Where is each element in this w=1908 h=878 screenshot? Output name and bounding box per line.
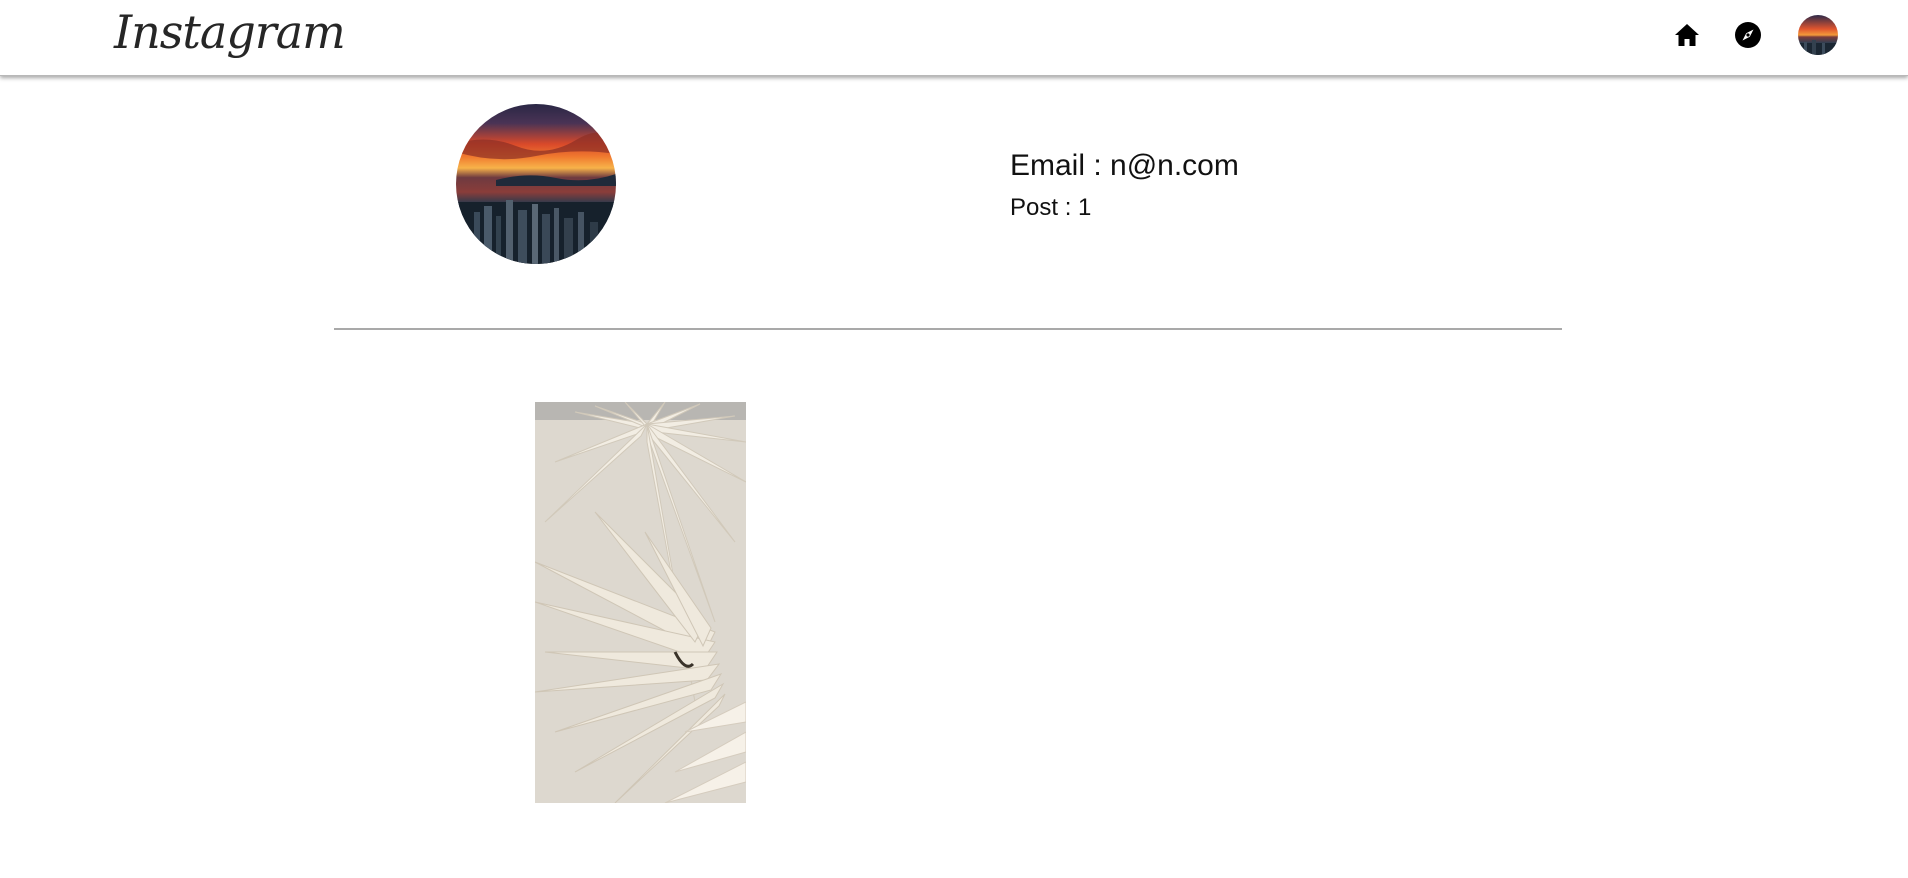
post-count: Post : 1 bbox=[1010, 194, 1092, 221]
profile-email: Email : n@n.com bbox=[1010, 149, 1239, 182]
home-icon[interactable] bbox=[1672, 20, 1702, 50]
avatar[interactable] bbox=[1798, 15, 1838, 55]
profile-avatar bbox=[456, 104, 616, 264]
divider bbox=[334, 328, 1562, 330]
post-thumbnail[interactable] bbox=[535, 402, 746, 803]
instagram-logo[interactable]: Instagram bbox=[114, 2, 346, 62]
compass-icon[interactable] bbox=[1733, 20, 1763, 50]
top-navbar: Instagram bbox=[0, 0, 1908, 76]
